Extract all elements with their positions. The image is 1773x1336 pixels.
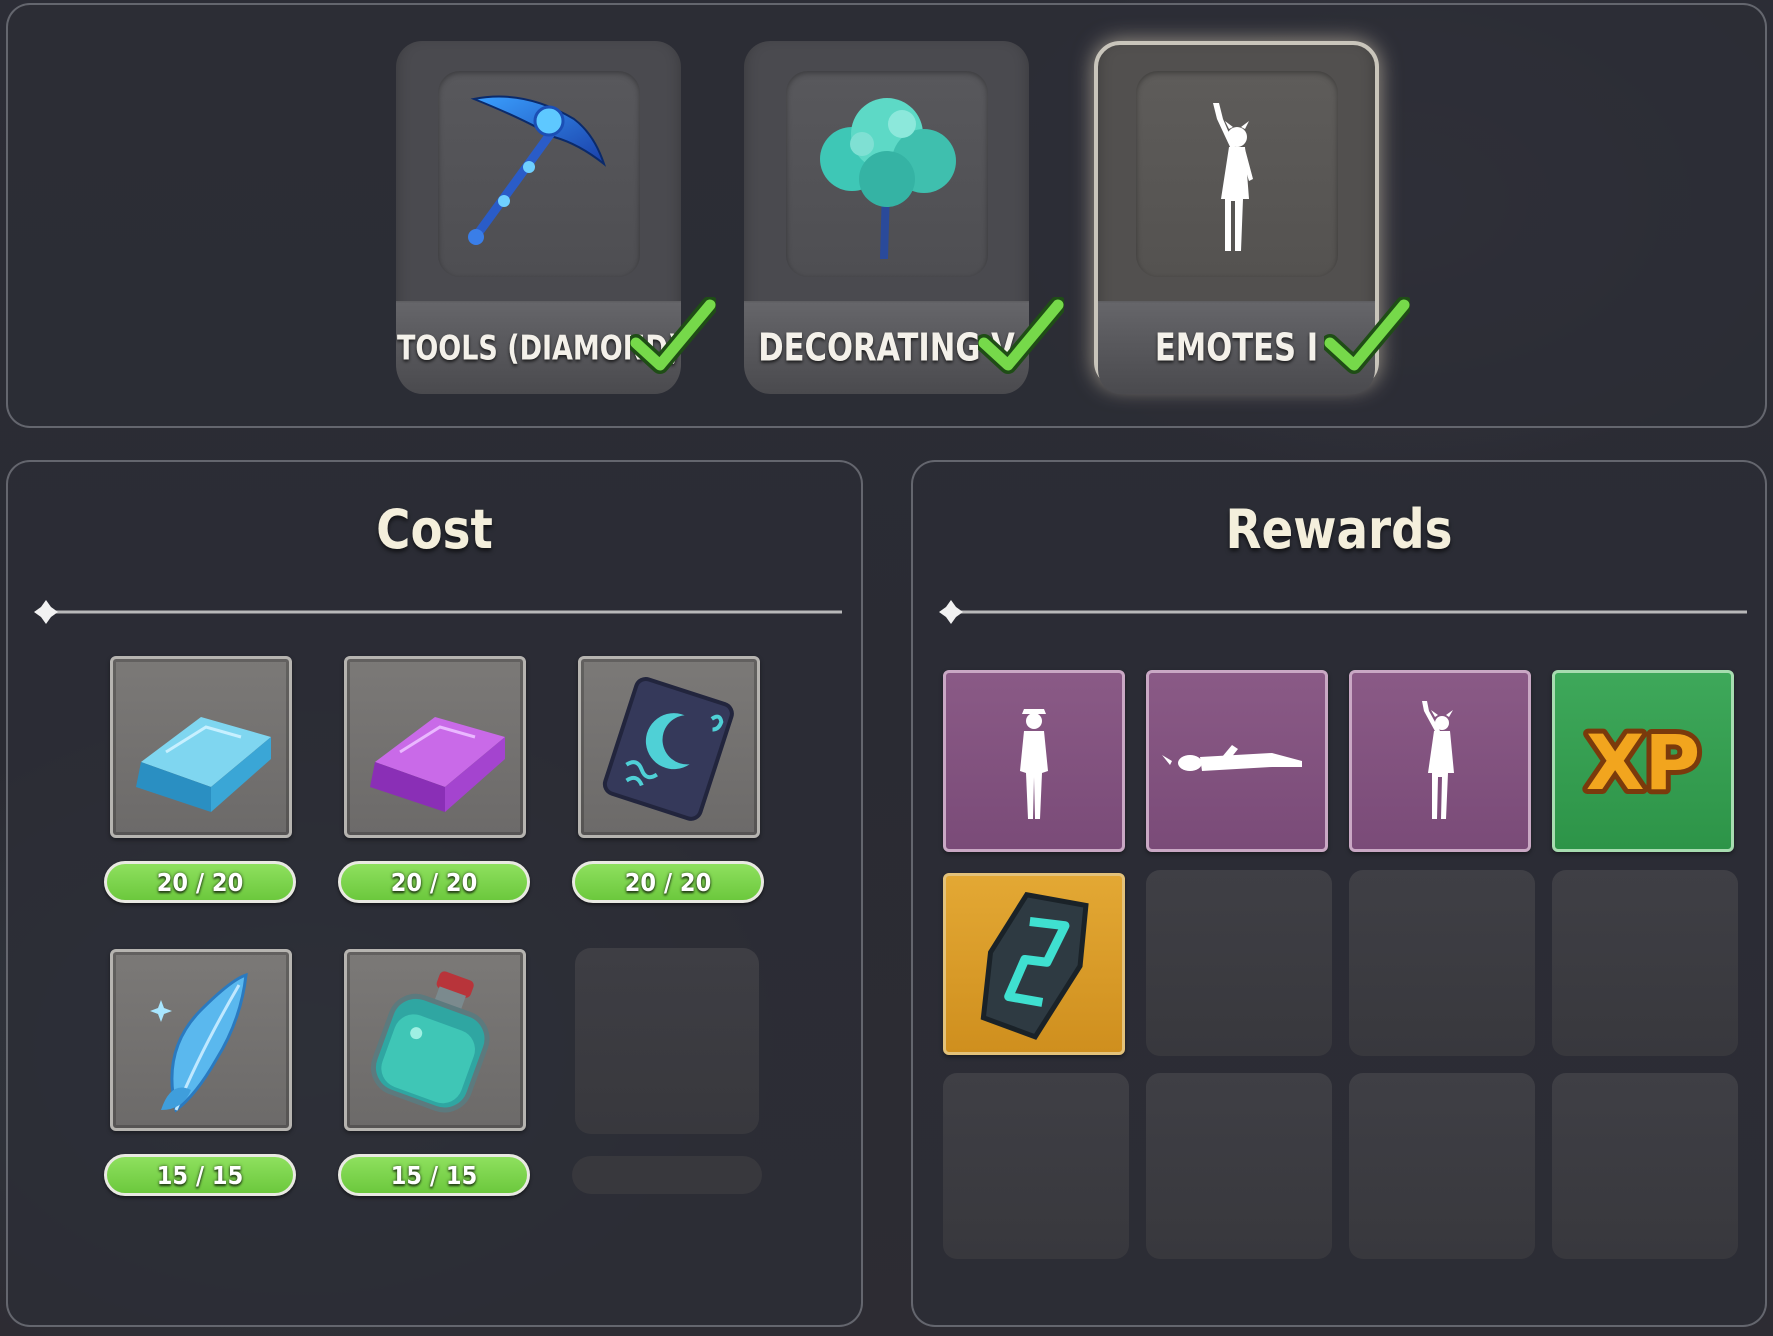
fairy-wing-icon: [150, 972, 248, 1113]
divider: [34, 600, 842, 624]
potion-bottle-icon: [370, 971, 490, 1113]
cost-title: Cost: [376, 498, 493, 562]
checkmark-icon: [978, 297, 1064, 374]
empty-reward-slot: [943, 1073, 1129, 1259]
rewards-title: Rewards: [1225, 498, 1453, 562]
teal-tree-icon: [786, 71, 988, 277]
reward-slot[interactable]: [943, 873, 1125, 1055]
cost-panel: Cost 20 / 20 20 / 20 20 / 20 15 / 15 15 …: [6, 460, 863, 1327]
blue-ingot-icon: [136, 717, 271, 812]
xp-icon: XP XP: [1581, 713, 1705, 811]
cost-item-slot[interactable]: [344, 656, 526, 838]
cost-item-slot[interactable]: [110, 656, 292, 838]
empty-reward-slot: [1552, 870, 1738, 1056]
xp-text: XP: [1586, 718, 1700, 807]
quantity-bar: 20 / 20: [104, 861, 296, 903]
empty-reward-slot: [1349, 1073, 1535, 1259]
reward-slot[interactable]: [1146, 670, 1328, 852]
diamond-pickaxe-icon: [438, 71, 640, 277]
checkmark-icon: [630, 297, 716, 374]
quantity-bar: 20 / 20: [338, 861, 530, 903]
waving-figure-emote-icon: [1422, 701, 1454, 819]
empty-reward-slot: [1146, 870, 1332, 1056]
cost-item-slot[interactable]: [110, 949, 292, 1131]
reward-slot[interactable]: XP XP: [1552, 670, 1734, 852]
rune-stone-icon: [980, 891, 1089, 1040]
empty-reward-slot: [1349, 870, 1535, 1056]
standing-figure-emote-icon: [1020, 709, 1048, 819]
empty-reward-slot: [1552, 1073, 1738, 1259]
quantity-bar: 15 / 15: [104, 1154, 296, 1196]
cost-item-slot[interactable]: [578, 656, 760, 838]
quantity-bar: 20 / 20: [572, 861, 764, 903]
moon-tablet-icon: [602, 676, 734, 821]
waving-figure-icon: [1136, 71, 1338, 277]
purple-ingot-icon: [370, 717, 505, 812]
unlock-track-panel: TOOLS (DIAMOND) DECORATING V EMOTES I: [6, 3, 1767, 428]
rewards-panel: Rewards XP XP: [911, 460, 1767, 1327]
quantity-bar: 15 / 15: [338, 1154, 530, 1196]
divider: [939, 600, 1747, 624]
empty-reward-slot: [1146, 1073, 1332, 1259]
checkmark-icon: [1324, 297, 1410, 374]
empty-quantity-bar: [572, 1156, 762, 1194]
reward-slot[interactable]: [1349, 670, 1531, 852]
cost-item-slot[interactable]: [344, 949, 526, 1131]
reward-slot[interactable]: [943, 670, 1125, 852]
empty-cost-slot: [575, 948, 759, 1134]
lying-figure-emote-icon: [1162, 745, 1302, 771]
